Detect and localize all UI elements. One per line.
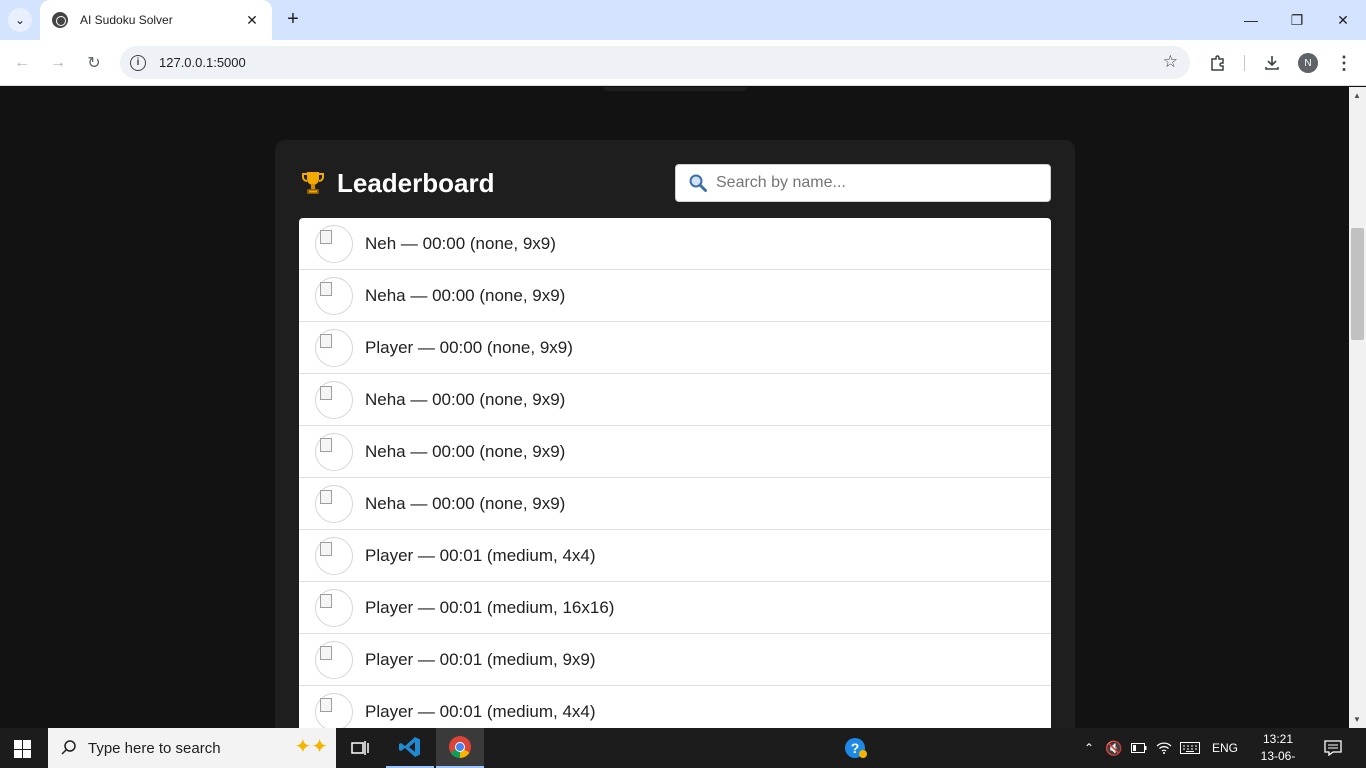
entry-text: Player — 00:00 (none, 9x9) xyxy=(365,337,573,357)
address-bar[interactable]: i 127.0.0.1:5000 ☆ xyxy=(120,46,1190,79)
search-icon xyxy=(60,739,78,757)
vscode-icon[interactable] xyxy=(386,728,434,768)
entry-text: Player — 00:01 (medium, 4x4) xyxy=(365,701,596,721)
restore-icon[interactable]: ❐ xyxy=(1274,0,1320,40)
tab-strip: ⌄ AI Sudoku Solver ✕ + — ❐ ✕ xyxy=(0,0,1366,40)
entry-text: Neha — 00:00 (none, 9x9) xyxy=(365,389,566,409)
toolbar-divider xyxy=(1244,55,1245,71)
clock[interactable]: 13:21 13-06-2025 xyxy=(1248,731,1308,768)
wifi-icon[interactable] xyxy=(1156,728,1172,768)
list-item: Player — 00:01 (medium, 4x4) xyxy=(299,686,1051,728)
previous-section-edge xyxy=(602,87,748,91)
entry-text: Neha — 00:00 (none, 9x9) xyxy=(365,285,566,305)
back-icon[interactable]: ← xyxy=(10,51,34,75)
trophy-icon xyxy=(299,169,327,197)
avatar xyxy=(315,640,353,679)
globe-favicon-icon xyxy=(52,12,68,28)
svg-text:?: ? xyxy=(851,740,860,756)
avatar xyxy=(315,224,353,263)
list-item: Player — 00:01 (medium, 16x16) xyxy=(299,582,1051,634)
leaderboard-card: Leaderboard Neh — 00:00 (none, 9x9) Neha… xyxy=(275,140,1075,728)
battery-icon[interactable] xyxy=(1131,728,1147,768)
entry-text: Neha — 00:00 (none, 9x9) xyxy=(365,441,566,461)
entry-text: Player — 00:01 (medium, 4x4) xyxy=(365,545,596,565)
speaker-muted-icon[interactable]: 🔇 xyxy=(1105,728,1122,768)
more-icon[interactable]: ⋮ xyxy=(1333,52,1355,74)
avatar xyxy=(315,484,353,523)
star-icon[interactable]: ☆ xyxy=(1163,53,1178,71)
page-scrollbar[interactable]: ▲ ▼ xyxy=(1349,87,1366,728)
chevron-up-icon[interactable]: ⌃ xyxy=(1084,728,1094,768)
list-item: Neha — 00:00 (none, 9x9) xyxy=(299,426,1051,478)
help-icon[interactable]: ? xyxy=(832,728,880,768)
language-indicator[interactable]: ENG xyxy=(1212,728,1238,768)
task-view-icon[interactable] xyxy=(336,728,384,768)
avatar xyxy=(315,692,353,728)
scrollbar-thumb[interactable] xyxy=(1351,228,1364,340)
download-icon[interactable] xyxy=(1261,52,1283,74)
entry-text: Neha — 00:00 (none, 9x9) xyxy=(365,493,566,513)
profile-avatar[interactable]: N xyxy=(1298,53,1318,73)
windows-taskbar: Type here to search ✦✦ ? ⌃ 🔇 ENG 13:21 1… xyxy=(0,728,1366,768)
url-text[interactable]: 127.0.0.1:5000 xyxy=(159,55,246,70)
notification-icon[interactable] xyxy=(1324,728,1342,768)
avatar xyxy=(315,276,353,315)
search-icon xyxy=(688,173,708,193)
leaderboard-list: Neh — 00:00 (none, 9x9) Neha — 00:00 (no… xyxy=(299,218,1051,728)
sparkle-icon: ✦✦ xyxy=(294,736,328,758)
forward-icon[interactable]: → xyxy=(46,51,70,75)
leaderboard-header: Leaderboard xyxy=(299,166,495,200)
plus-icon[interactable]: + xyxy=(282,8,304,32)
tab-menu-icon[interactable]: ⌄ xyxy=(8,8,32,32)
leaderboard-title: Leaderboard xyxy=(337,167,495,198)
list-item: Player — 00:00 (none, 9x9) xyxy=(299,322,1051,374)
close-icon[interactable]: ✕ xyxy=(244,12,260,29)
keyboard-icon[interactable] xyxy=(1180,728,1200,768)
clock-date: 13-06-2025 xyxy=(1260,749,1296,768)
taskbar-search[interactable]: Type here to search ✦✦ xyxy=(48,728,336,768)
tab-title: AI Sudoku Solver xyxy=(80,13,173,27)
windows-icon[interactable] xyxy=(14,740,32,758)
page-viewport: Leaderboard Neh — 00:00 (none, 9x9) Neha… xyxy=(0,87,1349,728)
close-window-icon[interactable]: ✕ xyxy=(1320,0,1366,40)
name-search-box[interactable] xyxy=(675,164,1051,202)
avatar xyxy=(315,588,353,627)
list-item: Neh — 00:00 (none, 9x9) xyxy=(299,218,1051,270)
avatar xyxy=(315,432,353,471)
entry-text: Neh — 00:00 (none, 9x9) xyxy=(365,233,556,253)
taskbar-search-placeholder[interactable]: Type here to search xyxy=(88,740,221,757)
list-item: Neha — 00:00 (none, 9x9) xyxy=(299,478,1051,530)
info-icon[interactable]: i xyxy=(130,54,146,71)
chrome-icon[interactable] xyxy=(436,728,484,768)
extensions-icon[interactable] xyxy=(1207,52,1229,74)
avatar xyxy=(315,380,353,419)
scroll-up-icon[interactable]: ▲ xyxy=(1353,91,1361,100)
list-item: Neha — 00:00 (none, 9x9) xyxy=(299,374,1051,426)
list-item: Neha — 00:00 (none, 9x9) xyxy=(299,270,1051,322)
avatar xyxy=(315,328,353,367)
list-item: Player — 00:01 (medium, 9x9) xyxy=(299,634,1051,686)
scroll-down-icon[interactable]: ▼ xyxy=(1353,715,1361,724)
reload-icon[interactable]: ↻ xyxy=(82,51,106,75)
browser-tab[interactable]: AI Sudoku Solver ✕ xyxy=(40,0,272,40)
search-input[interactable] xyxy=(716,174,1036,192)
minimize-icon[interactable]: — xyxy=(1228,0,1274,40)
entry-text: Player — 00:01 (medium, 16x16) xyxy=(365,597,615,617)
list-item: Player — 00:01 (medium, 4x4) xyxy=(299,530,1051,582)
browser-toolbar: ← → ↻ i 127.0.0.1:5000 ☆ ⋮ xyxy=(0,40,1366,86)
entry-text: Player — 00:01 (medium, 9x9) xyxy=(365,649,596,669)
avatar xyxy=(315,536,353,575)
clock-time: 13:21 xyxy=(1262,732,1294,746)
